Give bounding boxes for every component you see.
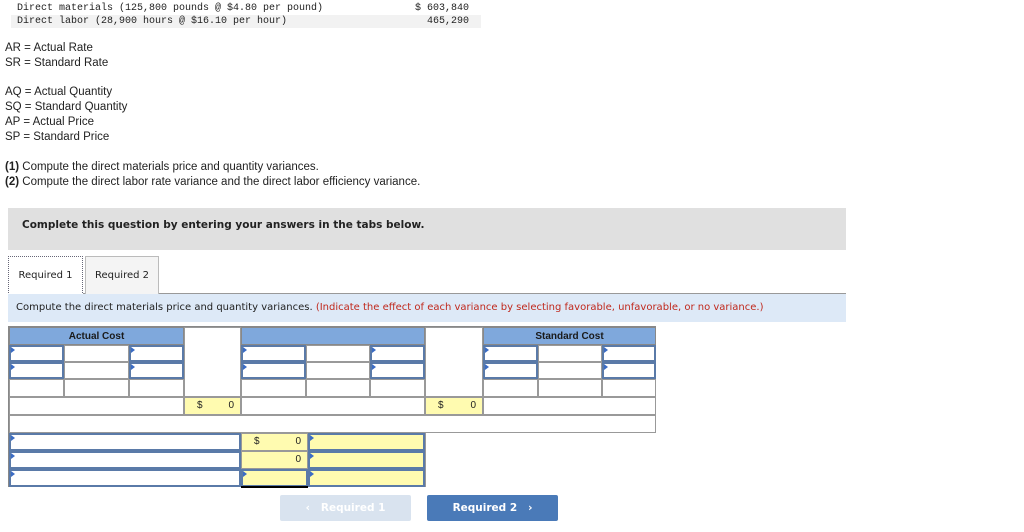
- blank-cell: [241, 397, 425, 415]
- question-1: (1) Compute the direct materials price a…: [5, 160, 420, 175]
- definition: SQ = Standard Quantity: [5, 101, 128, 113]
- question-text: Compute the direct materials price and q…: [19, 161, 319, 173]
- question-2: (2) Compute the direct labor rate varian…: [5, 175, 420, 190]
- operator-cell: [538, 345, 602, 362]
- standard-quantity-input-1[interactable]: [483, 345, 538, 362]
- actual-quantity-input-2[interactable]: [9, 362, 64, 379]
- standard-quantity-input-2[interactable]: [483, 362, 538, 379]
- instruction-note: (Indicate the effect of each variance by…: [315, 302, 764, 313]
- given-amount: $ 603,840: [414, 3, 469, 14]
- chevron-left-icon: ‹: [305, 502, 310, 514]
- definition: AP = Actual Price: [5, 116, 94, 128]
- question-number: (1): [5, 161, 20, 173]
- total-variance-effect-select[interactable]: [308, 469, 425, 487]
- given-label: Direct labor (28,900 hours @ $16.10 per …: [17, 16, 288, 27]
- spacer-cell: [425, 327, 483, 397]
- given-row-labor: Direct labor (28,900 hours @ $16.10 per …: [11, 15, 481, 28]
- operator-cell: [538, 362, 602, 379]
- given-data-table: Direct materials (125,800 pounds @ $4.80…: [11, 2, 481, 28]
- rate-definitions: AR = Actual Rate SR = Standard Rate: [5, 41, 108, 71]
- question-number: (2): [5, 176, 20, 188]
- middle-price-input-2[interactable]: [370, 362, 425, 379]
- quantity-definitions: AQ = Actual Quantity SQ = Standard Quant…: [5, 85, 127, 145]
- operator-cell: [64, 345, 129, 362]
- middle-quantity-input-1[interactable]: [241, 345, 306, 362]
- blank-cell: [370, 379, 425, 397]
- operator-cell: [306, 362, 370, 379]
- tab-required-2[interactable]: Required 2: [85, 256, 159, 294]
- tab-required-1[interactable]: Required 1: [8, 256, 83, 295]
- definition: AQ = Actual Quantity: [5, 86, 113, 98]
- blank-cell: [306, 379, 370, 397]
- actual-cost-total: $ 0: [184, 397, 241, 415]
- variance-label-input-quantity[interactable]: [9, 451, 241, 469]
- blank-cell: [538, 379, 602, 397]
- prev-label: Required 1: [320, 502, 386, 514]
- price-variance-amount: $ 0: [241, 433, 308, 451]
- actual-quantity-input-1[interactable]: [9, 345, 64, 362]
- chevron-right-icon: ›: [528, 502, 533, 514]
- currency-symbol: $: [197, 400, 203, 411]
- actual-price-input-1[interactable]: [129, 345, 184, 362]
- given-row-materials: Direct materials (125,800 pounds @ $4.80…: [11, 2, 481, 15]
- prev-required-button[interactable]: ‹ Required 1: [280, 495, 411, 521]
- banner-text: Complete this question by entering your …: [22, 219, 425, 231]
- blank-cell: [64, 379, 129, 397]
- standard-price-input-2[interactable]: [602, 362, 656, 379]
- blank-cell: [483, 379, 538, 397]
- operator-cell: [64, 362, 129, 379]
- quantity-variance-amount: 0: [241, 451, 308, 469]
- tab-instruction: Compute the direct materials price and q…: [8, 294, 846, 322]
- middle-quantity-input-2[interactable]: [241, 362, 306, 379]
- total-variance-input[interactable]: [241, 469, 308, 487]
- price-variance-effect-select[interactable]: [308, 433, 425, 451]
- question-text: Compute the direct labor rate variance a…: [19, 176, 421, 188]
- total-value: 0: [228, 400, 234, 411]
- next-required-button[interactable]: Required 2 ›: [427, 495, 558, 521]
- blank-cell: [129, 379, 184, 397]
- variance-label-input-price[interactable]: [9, 433, 241, 451]
- blank-cell: [9, 397, 184, 415]
- variance-worksheet: Actual Cost Standard Cost $ 0 $ 0 $ 0 0: [8, 326, 656, 488]
- next-label: Required 2: [452, 502, 518, 514]
- blank-cell: [425, 433, 656, 487]
- underline: [241, 486, 308, 488]
- variance-label-input-total[interactable]: [9, 469, 241, 487]
- total-value: 0: [470, 400, 476, 411]
- currency-symbol: $: [438, 400, 444, 411]
- standard-price-input-1[interactable]: [602, 345, 656, 362]
- variance-value: 0: [295, 436, 301, 447]
- actual-price-input-2[interactable]: [129, 362, 184, 379]
- currency-symbol: $: [254, 436, 260, 447]
- blank-row: [9, 415, 656, 433]
- definition: SP = Standard Price: [5, 131, 110, 143]
- operator-cell: [306, 345, 370, 362]
- blank-cell: [241, 379, 306, 397]
- blank-cell: [483, 397, 656, 415]
- spacer-cell: [184, 327, 241, 397]
- middle-total: $ 0: [425, 397, 483, 415]
- given-label: Direct materials (125,800 pounds @ $4.80…: [17, 3, 324, 14]
- quantity-variance-effect-select[interactable]: [308, 451, 425, 469]
- header-standard-cost: Standard Cost: [483, 327, 656, 345]
- blank-cell: [602, 379, 656, 397]
- definition: AR = Actual Rate: [5, 42, 93, 54]
- header-actual-cost: Actual Cost: [9, 327, 184, 345]
- blank-cell: [9, 379, 64, 397]
- instruction-main: Compute the direct materials price and q…: [16, 302, 316, 313]
- question-list: (1) Compute the direct materials price a…: [5, 160, 420, 190]
- tab-bar: Required 1 Required 2: [8, 256, 846, 295]
- middle-price-input-1[interactable]: [370, 345, 425, 362]
- given-amount: 465,290: [426, 16, 469, 27]
- definition: SR = Standard Rate: [5, 57, 109, 69]
- instruction-banner: Complete this question by entering your …: [8, 208, 846, 250]
- variance-value: 0: [295, 454, 301, 465]
- header-middle: [241, 327, 425, 345]
